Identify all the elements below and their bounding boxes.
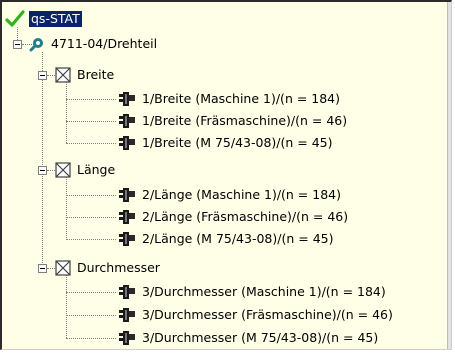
tree-node-dataset[interactable]: 3/Durchmesser (Fräsmaschine)/(n = 46)	[118, 306, 395, 324]
tree-line	[66, 99, 116, 100]
tree-node-part[interactable]: 4711-04/Drehteil	[29, 35, 159, 53]
tree-line	[66, 274, 67, 338]
gauge-icon	[118, 330, 136, 346]
tree-node-label: 3/Durchmesser (M 75/43-08)/(n = 45)	[142, 330, 379, 345]
vertical-scrollbar[interactable]	[447, 2, 451, 349]
tree-node-root[interactable]: qs-STAT	[5, 10, 82, 28]
tree-node-label: 2/Länge (Fräsmaschine)/(n = 46)	[142, 209, 349, 224]
tree-node-label: qs-STAT	[29, 11, 82, 27]
tree-node-dataset[interactable]: 1/Breite (Maschine 1)/(n = 184)	[118, 90, 342, 108]
tree-node-dataset[interactable]: 2/Länge (M 75/43-08)/(n = 45)	[118, 230, 335, 248]
tree-node-label: 1/Breite (Fräsmaschine)/(n = 46)	[142, 113, 348, 128]
tree-panel[interactable]: qs-STAT 4711-04/Drehteil Breite 1/Breite…	[0, 0, 452, 350]
characteristic-box-icon	[55, 260, 71, 276]
tree-node-dataset[interactable]: 1/Breite (Fräsmaschine)/(n = 46)	[118, 112, 349, 130]
gauge-icon	[118, 187, 136, 203]
tree-node-dataset[interactable]: 1/Breite (M 75/43-08)/(n = 45)	[118, 134, 335, 152]
tree-node-characteristic[interactable]: Breite	[55, 66, 116, 84]
tree-node-label: 3/Durchmesser (Fräsmaschine)/(n = 46)	[142, 307, 393, 322]
green-checkmark-icon	[5, 10, 25, 28]
tree-node-label: 1/Breite (M 75/43-08)/(n = 45)	[142, 135, 333, 150]
tree-node-label: Durchmesser	[77, 260, 160, 275]
gauge-icon	[118, 91, 136, 107]
tree-line	[42, 52, 43, 269]
gauge-icon	[118, 231, 136, 247]
part-icon	[29, 36, 45, 52]
tree-node-characteristic[interactable]: Durchmesser	[55, 259, 162, 277]
tree-node-label: 2/Länge (M 75/43-08)/(n = 45)	[142, 231, 334, 246]
collapse-toggle-breite[interactable]	[38, 71, 47, 80]
tree-node-label: Breite	[77, 67, 115, 82]
tree-line	[66, 292, 116, 293]
gauge-icon	[118, 307, 136, 323]
tree-line	[66, 176, 67, 240]
gauge-icon	[118, 284, 136, 300]
characteristic-box-icon	[55, 162, 71, 178]
tree-node-label: Länge	[77, 162, 116, 177]
gauge-icon	[118, 113, 136, 129]
tree-node-label: 1/Breite (Maschine 1)/(n = 184)	[142, 91, 341, 106]
gauge-icon	[118, 209, 136, 225]
tree-line	[66, 81, 67, 143]
collapse-toggle-part[interactable]	[13, 40, 22, 49]
tree-node-label: 4711-04/Drehteil	[51, 36, 158, 51]
tree-line	[66, 195, 116, 196]
tree-line	[66, 315, 116, 316]
collapse-toggle-durchmesser[interactable]	[38, 264, 47, 273]
gauge-icon	[118, 135, 136, 151]
tree-node-dataset[interactable]: 3/Durchmesser (M 75/43-08)/(n = 45)	[118, 329, 380, 347]
tree-node-label: 2/Länge (Maschine 1)/(n = 184)	[142, 187, 341, 202]
characteristic-box-icon	[55, 67, 71, 83]
tree-line	[66, 217, 116, 218]
tree-line	[66, 143, 116, 144]
tree-node-label: 3/Durchmesser (Maschine 1)/(n = 184)	[142, 284, 386, 299]
tree-line	[66, 338, 116, 339]
tree-node-dataset[interactable]: 3/Durchmesser (Maschine 1)/(n = 184)	[118, 283, 388, 301]
tree-node-dataset[interactable]: 2/Länge (Fräsmaschine)/(n = 46)	[118, 208, 350, 226]
tree-line	[66, 121, 116, 122]
tree-node-characteristic[interactable]: Länge	[55, 161, 117, 179]
tree-node-dataset[interactable]: 2/Länge (Maschine 1)/(n = 184)	[118, 186, 343, 204]
tree-line	[66, 239, 116, 240]
collapse-toggle-laenge[interactable]	[38, 166, 47, 175]
